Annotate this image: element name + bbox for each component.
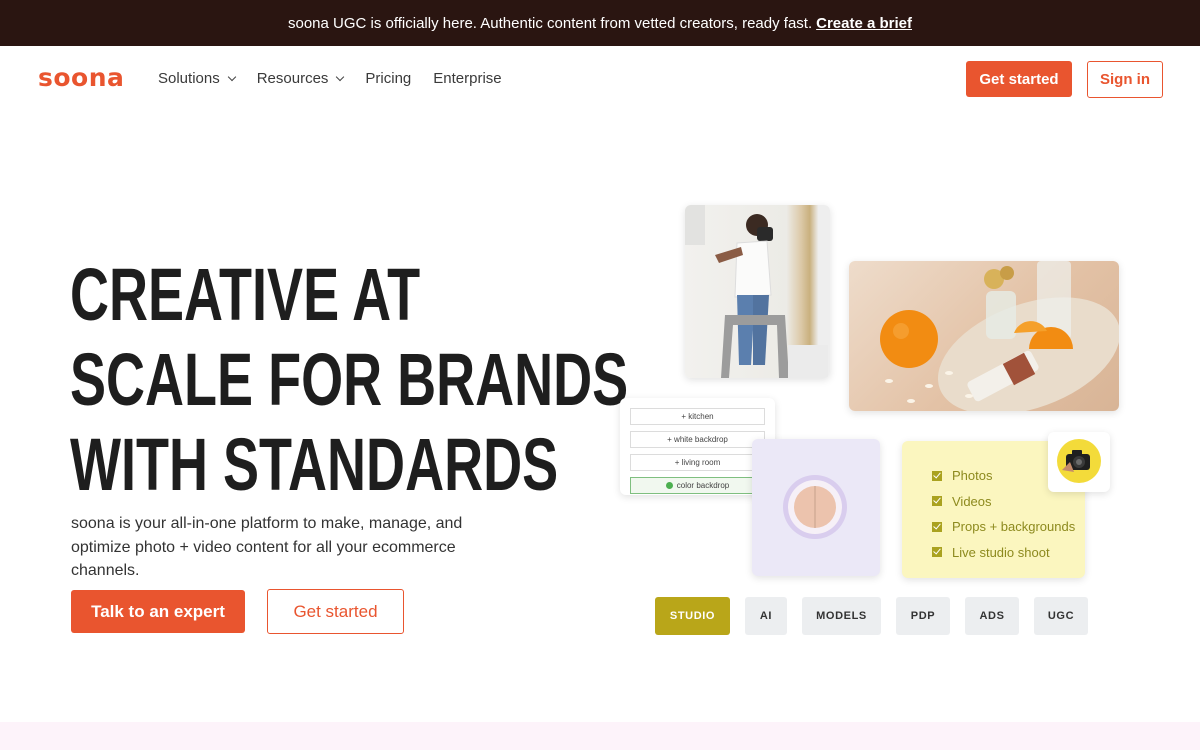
product-photo <box>849 261 1119 411</box>
tag-color-backdrop-label: color backdrop <box>676 481 730 490</box>
checklist-label: Live studio shoot <box>952 544 1050 560</box>
hero-get-started-button[interactable]: Get started <box>267 589 404 634</box>
nav-solutions[interactable]: Solutions <box>158 70 236 87</box>
hero-headline: CREATIVE AT SCALE FOR BRANDS WITH STANDA… <box>70 252 629 507</box>
nav-resources[interactable]: Resources <box>256 70 345 87</box>
next-section-band <box>0 722 1200 750</box>
top-nav: soona Solutions Resources Pricing Enterp… <box>0 46 1200 112</box>
soona-logo[interactable]: soona <box>38 63 124 92</box>
headline-line-2: SCALE FOR BRANDS <box>70 338 629 421</box>
tag-white-backdrop[interactable]: + white backdrop <box>630 431 765 448</box>
tag-living-room[interactable]: + living room <box>630 454 765 471</box>
camera-icon <box>1057 439 1101 483</box>
checkbox-icon <box>932 496 942 507</box>
tag-kitchen[interactable]: + kitchen <box>630 408 765 425</box>
pill-ads[interactable]: ADS <box>965 597 1019 635</box>
headline-line-1: CREATIVE AT <box>70 253 421 336</box>
category-pills: STUDIO AI MODELS PDP ADS UGC <box>655 597 1088 635</box>
checklist-label: Props + backgrounds <box>952 519 1076 535</box>
checkbox-icon <box>932 547 942 558</box>
checklist-label: Videos <box>952 493 992 509</box>
nav-get-started-button[interactable]: Get started <box>966 61 1072 97</box>
checklist-item: Live studio shoot <box>932 540 1085 566</box>
product-illustration <box>880 261 1119 411</box>
nav-resources-label: Resources <box>256 70 329 87</box>
announcement-bar: soona UGC is officially here. Authentic … <box>0 0 1200 46</box>
photographer-photo <box>685 205 830 378</box>
announcement-text: soona UGC is officially here. Authentic … <box>287 14 813 32</box>
checkbox-icon <box>932 521 942 532</box>
pill-models[interactable]: MODELS <box>802 597 881 635</box>
checklist-item: Videos <box>932 489 1085 515</box>
compact-illustration <box>783 475 847 539</box>
talk-to-expert-button[interactable]: Talk to an expert <box>71 590 245 633</box>
nav-solutions-label: Solutions <box>158 70 220 87</box>
camera-card <box>1048 432 1110 492</box>
check-circle-icon <box>665 482 673 489</box>
nav-enterprise[interactable]: Enterprise <box>433 70 501 87</box>
pill-ugc[interactable]: UGC <box>1034 597 1088 635</box>
nav-links: Solutions Resources Pricing Enterprise <box>158 70 502 87</box>
checkbox-icon <box>932 470 942 481</box>
chevron-down-icon <box>336 72 345 81</box>
chevron-down-icon <box>227 72 236 81</box>
headline-line-3: WITH STANDARDS <box>70 423 559 506</box>
sign-in-button[interactable]: Sign in <box>1087 61 1163 98</box>
compact-product-photo <box>752 439 880 576</box>
pill-ai[interactable]: AI <box>745 597 787 635</box>
tag-color-backdrop[interactable]: color backdrop <box>630 477 765 494</box>
pill-pdp[interactable]: PDP <box>896 597 950 635</box>
create-brief-link[interactable]: Create a brief <box>816 15 912 32</box>
hero-subtext: soona is your all-in-one platform to mak… <box>71 515 463 579</box>
photographer-illustration <box>685 205 828 378</box>
checklist-label: Photos <box>952 468 993 484</box>
pill-studio[interactable]: STUDIO <box>655 597 730 635</box>
checklist-item: Props + backgrounds <box>932 514 1085 540</box>
nav-pricing[interactable]: Pricing <box>365 70 411 87</box>
